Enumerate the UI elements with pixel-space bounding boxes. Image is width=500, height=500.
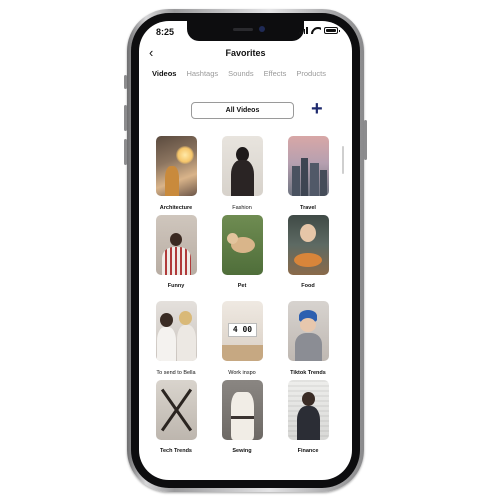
dog-head (227, 233, 238, 244)
skyline (292, 166, 300, 196)
speaker-grille (233, 28, 253, 31)
person-figure (231, 160, 254, 196)
person-figure (157, 327, 176, 361)
tab-effects[interactable]: Effects (264, 69, 287, 78)
skyline (310, 163, 319, 196)
collection-thumbnail-tiktok-trends[interactable] (288, 301, 329, 361)
person-figure (165, 166, 179, 196)
tab-products[interactable]: Products (296, 69, 326, 78)
collection-label: Work inspo (228, 370, 256, 376)
collection-thumbnail-work-inspo[interactable]: 4 00 (222, 301, 263, 361)
phone-power-button (364, 120, 367, 160)
person-head (179, 311, 192, 325)
collection-thumbnail-fashion[interactable] (222, 136, 263, 196)
page-title: Favorites (225, 48, 266, 58)
skyline (320, 170, 327, 196)
skyline (301, 158, 308, 196)
wifi-icon (311, 27, 321, 34)
person-head (300, 224, 316, 242)
person-figure (297, 406, 320, 440)
person-figure (177, 325, 196, 361)
lamp-glow (176, 146, 194, 164)
phone-volume-up-button (124, 105, 127, 131)
collection-label: Travel (300, 205, 316, 211)
front-camera (259, 26, 265, 32)
collection-label: Fashion (232, 205, 252, 211)
collection-label: Finance (297, 448, 319, 454)
food-plate (294, 253, 322, 267)
clock-display: 4 00 (228, 323, 257, 337)
collection-label: Tiktok Trends (290, 370, 326, 376)
status-icons (298, 27, 340, 34)
collection-label: Sewing (232, 448, 252, 454)
collection-label: Food (301, 283, 315, 289)
collection-thumbnail-architecture[interactable] (156, 136, 197, 196)
signal-icon (298, 27, 308, 34)
person-head (300, 318, 316, 332)
collection-label: Architecture (159, 205, 193, 211)
collection-label: To send to Bella (156, 370, 196, 376)
person-head (302, 392, 315, 406)
tab-bar: Videos Hashtags Sounds Effects Products (152, 69, 326, 78)
person-figure (162, 247, 191, 275)
tab-sounds[interactable]: Sounds (228, 69, 253, 78)
collection-thumbnail-food[interactable] (288, 215, 329, 275)
person-head (160, 313, 173, 327)
scroll-indicator[interactable] (342, 146, 344, 174)
plus-icon[interactable]: + (311, 99, 323, 119)
collection-label: Funny (167, 283, 185, 289)
phone-silent-switch (124, 75, 127, 89)
status-time: 8:25 (156, 27, 175, 37)
desk-shelf (222, 345, 263, 361)
collection-thumbnail-pet[interactable] (222, 215, 263, 275)
tab-hashtags[interactable]: Hashtags (186, 69, 218, 78)
collection-thumbnail-tech-trends[interactable] (156, 380, 197, 440)
collection-thumbnail-to-send-to-bella[interactable] (156, 301, 197, 361)
tab-videos[interactable]: Videos (152, 69, 176, 78)
collection-thumbnail-funny[interactable] (156, 215, 197, 275)
phone-volume-down-button (124, 139, 127, 165)
person-head (170, 233, 182, 246)
collection-thumbnail-travel[interactable] (288, 136, 329, 196)
app-screen: 8:25 ‹ Favorites Videos Hashtags Sounds … (139, 21, 352, 480)
phone-notch (187, 21, 304, 41)
person-figure (295, 333, 322, 361)
collection-label: Tech Trends (160, 448, 192, 454)
collection-thumbnail-sewing[interactable] (222, 380, 263, 440)
collection-thumbnail-finance[interactable] (288, 380, 329, 440)
battery-icon (324, 27, 340, 34)
all-videos-dropdown[interactable]: All Videos (191, 102, 294, 119)
belt (231, 416, 254, 419)
collection-label: Pet (237, 283, 247, 289)
